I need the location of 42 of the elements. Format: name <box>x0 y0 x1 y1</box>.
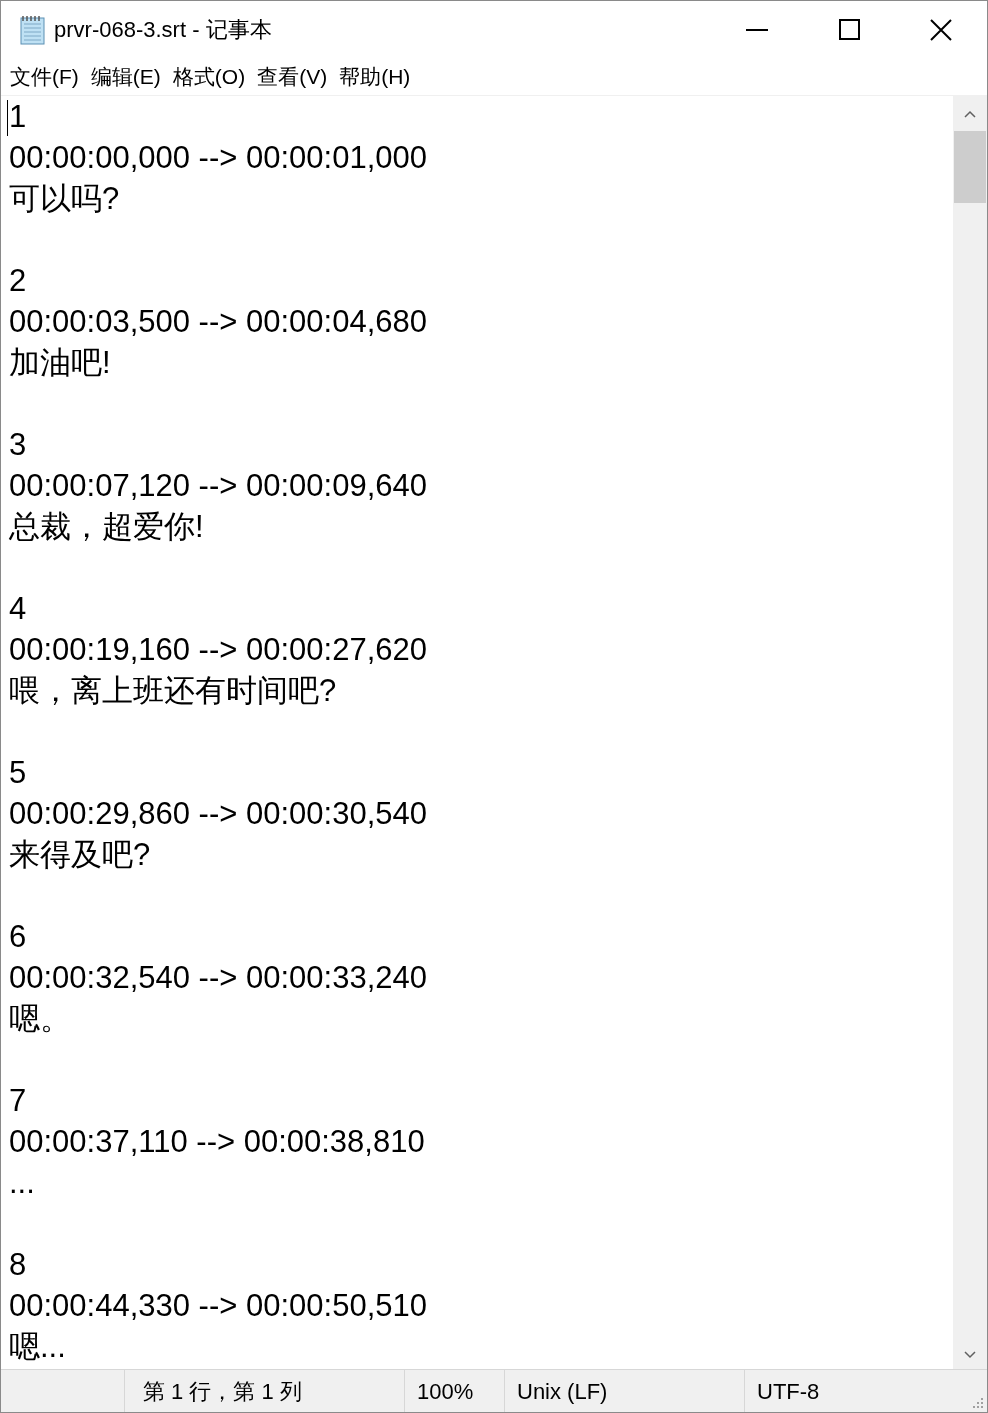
subtitle-timing: 00:00:07,120 --> 00:00:09,640 <box>9 468 427 503</box>
subtitle-text: 可以吗? <box>9 181 120 216</box>
subtitle-timing: 00:00:37,110 --> 00:00:38,810 <box>9 1124 425 1159</box>
cursor-position: 第 1 行，第 1 列 <box>143 1377 302 1406</box>
menu-item[interactable]: 查看(V) <box>251 60 334 93</box>
subtitle-timing: 00:00:29,860 --> 00:00:30,540 <box>9 796 427 831</box>
subtitle-timing: 00:00:03,500 --> 00:00:04,680 <box>9 304 427 339</box>
subtitle-text: 嗯... <box>9 1329 66 1364</box>
minimize-icon <box>746 28 768 31</box>
text-caret <box>7 100 8 136</box>
scroll-down-icon[interactable] <box>964 1351 976 1359</box>
window-title: prvr-068-3.srt - 记事本 <box>54 16 272 44</box>
zoom-level: 100% <box>417 1377 474 1406</box>
subtitle-index: 3 <box>9 427 27 462</box>
encoding: UTF-8 <box>757 1377 820 1406</box>
subtitle-index: 8 <box>9 1247 27 1282</box>
subtitle-text: 加油吧! <box>9 345 111 380</box>
menu-item[interactable]: 帮助(H) <box>333 60 417 93</box>
menu-item[interactable]: 格式(O) <box>166 60 252 93</box>
close-icon <box>930 18 952 41</box>
scroll-thumb[interactable] <box>954 131 986 203</box>
subtitle-timing: 00:00:00,000 --> 00:00:01,000 <box>9 140 427 175</box>
vertical-scrollbar[interactable] <box>953 96 987 1369</box>
subtitle-text: 嗯。 <box>9 1001 71 1036</box>
subtitle-index: 6 <box>9 919 27 954</box>
subtitle-timing: 00:00:44,330 --> 00:00:50,510 <box>9 1288 427 1323</box>
menu-item[interactable]: 编辑(E) <box>84 60 167 93</box>
subtitle-text: 喂，离上班还有时间吧? <box>9 673 337 708</box>
maximize-icon <box>838 19 860 40</box>
subtitle-index: 7 <box>9 1083 27 1118</box>
subtitle-index: 4 <box>9 591 27 626</box>
subtitle-text: 总裁，超爱你! <box>9 509 204 544</box>
subtitle-text: ... <box>9 1165 35 1200</box>
line-ending: Unix (LF) <box>517 1377 608 1406</box>
subtitle-timing: 00:00:32,540 --> 00:00:33,240 <box>9 960 427 995</box>
menu-item[interactable]: 文件(F) <box>4 60 85 93</box>
subtitle-timing: 00:00:19,160 --> 00:00:27,620 <box>9 632 427 667</box>
subtitle-index: 2 <box>9 263 27 298</box>
subtitle-index: 1 <box>9 99 27 134</box>
scroll-up-icon[interactable] <box>964 110 976 118</box>
subtitle-index: 5 <box>9 755 27 790</box>
subtitle-text: 来得及吧? <box>9 837 151 872</box>
